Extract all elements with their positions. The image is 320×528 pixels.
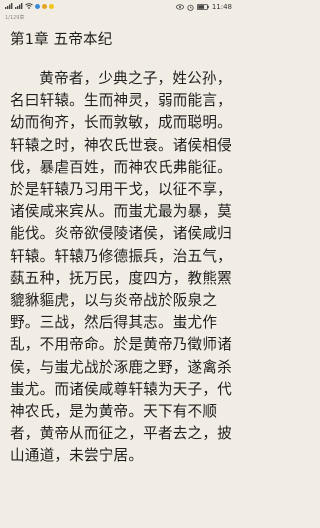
status-time: 11:48: [211, 3, 232, 11]
battery-icon: [196, 4, 209, 10]
notification-icon: [35, 3, 40, 9]
status-icons-left: [5, 3, 54, 9]
notification-icon: [42, 3, 47, 9]
alarm-icon: [187, 4, 194, 11]
signal-icon: [5, 3, 13, 9]
notification-icon: [49, 3, 54, 9]
signal-icon: [15, 3, 23, 9]
status-bar: 11:48: [0, 0, 238, 14]
eye-care-icon: [175, 4, 184, 10]
page-counter: 1/129章: [5, 15, 25, 21]
status-icons-right: 11:48: [175, 3, 232, 11]
wifi-icon: [25, 3, 33, 9]
chapter-body-text[interactable]: 黄帝者，少典之子，姓公孙，名曰轩辕。生而神灵，弱而能言，幼而徇齐，长而敦敏，成而…: [10, 68, 234, 468]
chapter-title: 第1章 五帝本纪: [10, 32, 113, 48]
